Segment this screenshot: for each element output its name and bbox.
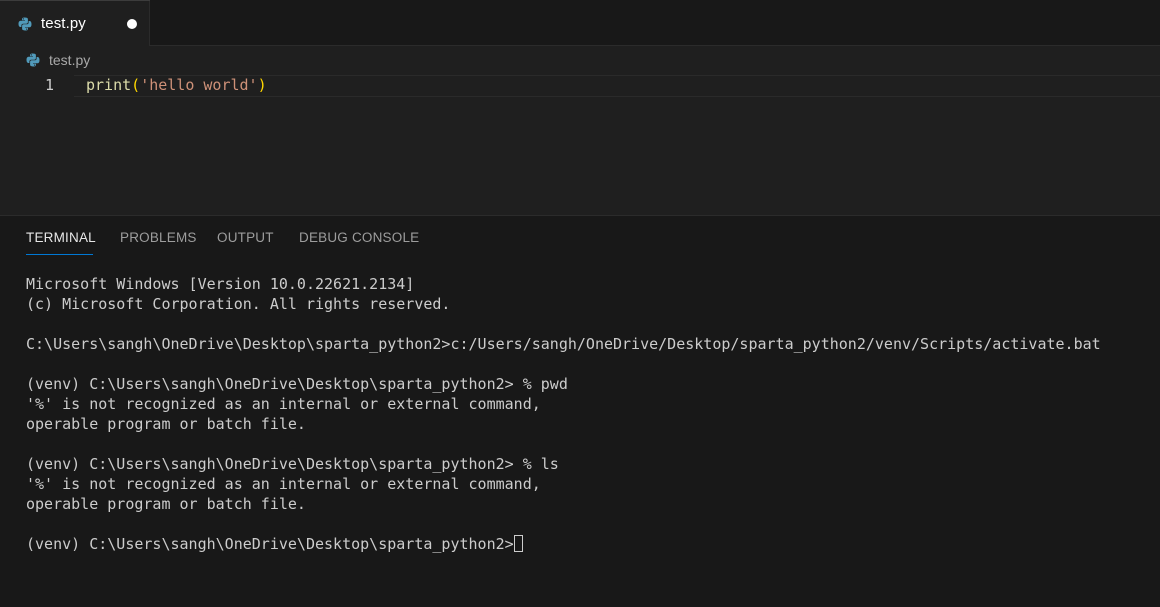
tab-problems[interactable]: PROBLEMS	[120, 230, 197, 245]
terminal-line: (c) Microsoft Corporation. All rights re…	[26, 295, 451, 313]
tab-border	[0, 0, 150, 1]
python-file-icon	[18, 17, 32, 31]
terminal-line: (venv) C:\Users\sangh\OneDrive\Desktop\s…	[26, 455, 559, 473]
code-editor[interactable]: 1 print('hello world')	[0, 74, 1160, 215]
code-line[interactable]: print('hello world')	[86, 76, 267, 94]
tab-label: test.py	[41, 15, 86, 32]
tab-debug-console[interactable]: DEBUG CONSOLE	[299, 230, 419, 245]
vscode-window: test.py test.py 1 print('hello world') T…	[0, 0, 1160, 607]
code-token-paren: (	[131, 76, 141, 94]
code-token-function: print	[86, 76, 132, 94]
terminal-line: Microsoft Windows [Version 10.0.22621.21…	[26, 275, 415, 293]
terminal-line: operable program or batch file.	[26, 415, 306, 433]
line-number: 1	[44, 76, 54, 94]
python-file-icon	[26, 53, 40, 67]
terminal-prompt-line[interactable]: (venv) C:\Users\sangh\OneDrive\Desktop\s…	[26, 534, 1146, 554]
tab-output[interactable]: OUTPUT	[217, 230, 274, 245]
terminal-line: '%' is not recognized as an internal or …	[26, 395, 541, 413]
editor-tab-test-py[interactable]: test.py	[0, 0, 150, 46]
tab-terminal[interactable]: TERMINAL	[26, 230, 96, 245]
breadcrumb-file-label[interactable]: test.py	[49, 52, 90, 68]
code-token-paren: )	[257, 76, 267, 94]
terminal-cursor	[513, 535, 523, 552]
terminal-output[interactable]: Microsoft Windows [Version 10.0.22621.21…	[26, 274, 1146, 554]
unsaved-dot-icon[interactable]	[127, 19, 137, 29]
terminal-line: '%' is not recognized as an internal or …	[26, 475, 541, 493]
active-tab-indicator	[26, 254, 93, 255]
breadcrumb: test.py	[0, 46, 1160, 74]
editor-tab-bar: test.py	[0, 0, 1160, 46]
terminal-line: (venv) C:\Users\sangh\OneDrive\Desktop\s…	[26, 375, 568, 393]
code-token-string: 'hello world'	[140, 76, 258, 94]
terminal-line: C:\Users\sangh\OneDrive\Desktop\sparta_p…	[26, 335, 1101, 353]
bottom-panel: TERMINAL PROBLEMS OUTPUT DEBUG CONSOLE M…	[0, 215, 1160, 607]
terminal-prompt: (venv) C:\Users\sangh\OneDrive\Desktop\s…	[26, 535, 514, 553]
panel-tab-bar: TERMINAL PROBLEMS OUTPUT DEBUG CONSOLE	[0, 216, 1160, 260]
terminal-line: operable program or batch file.	[26, 495, 306, 513]
